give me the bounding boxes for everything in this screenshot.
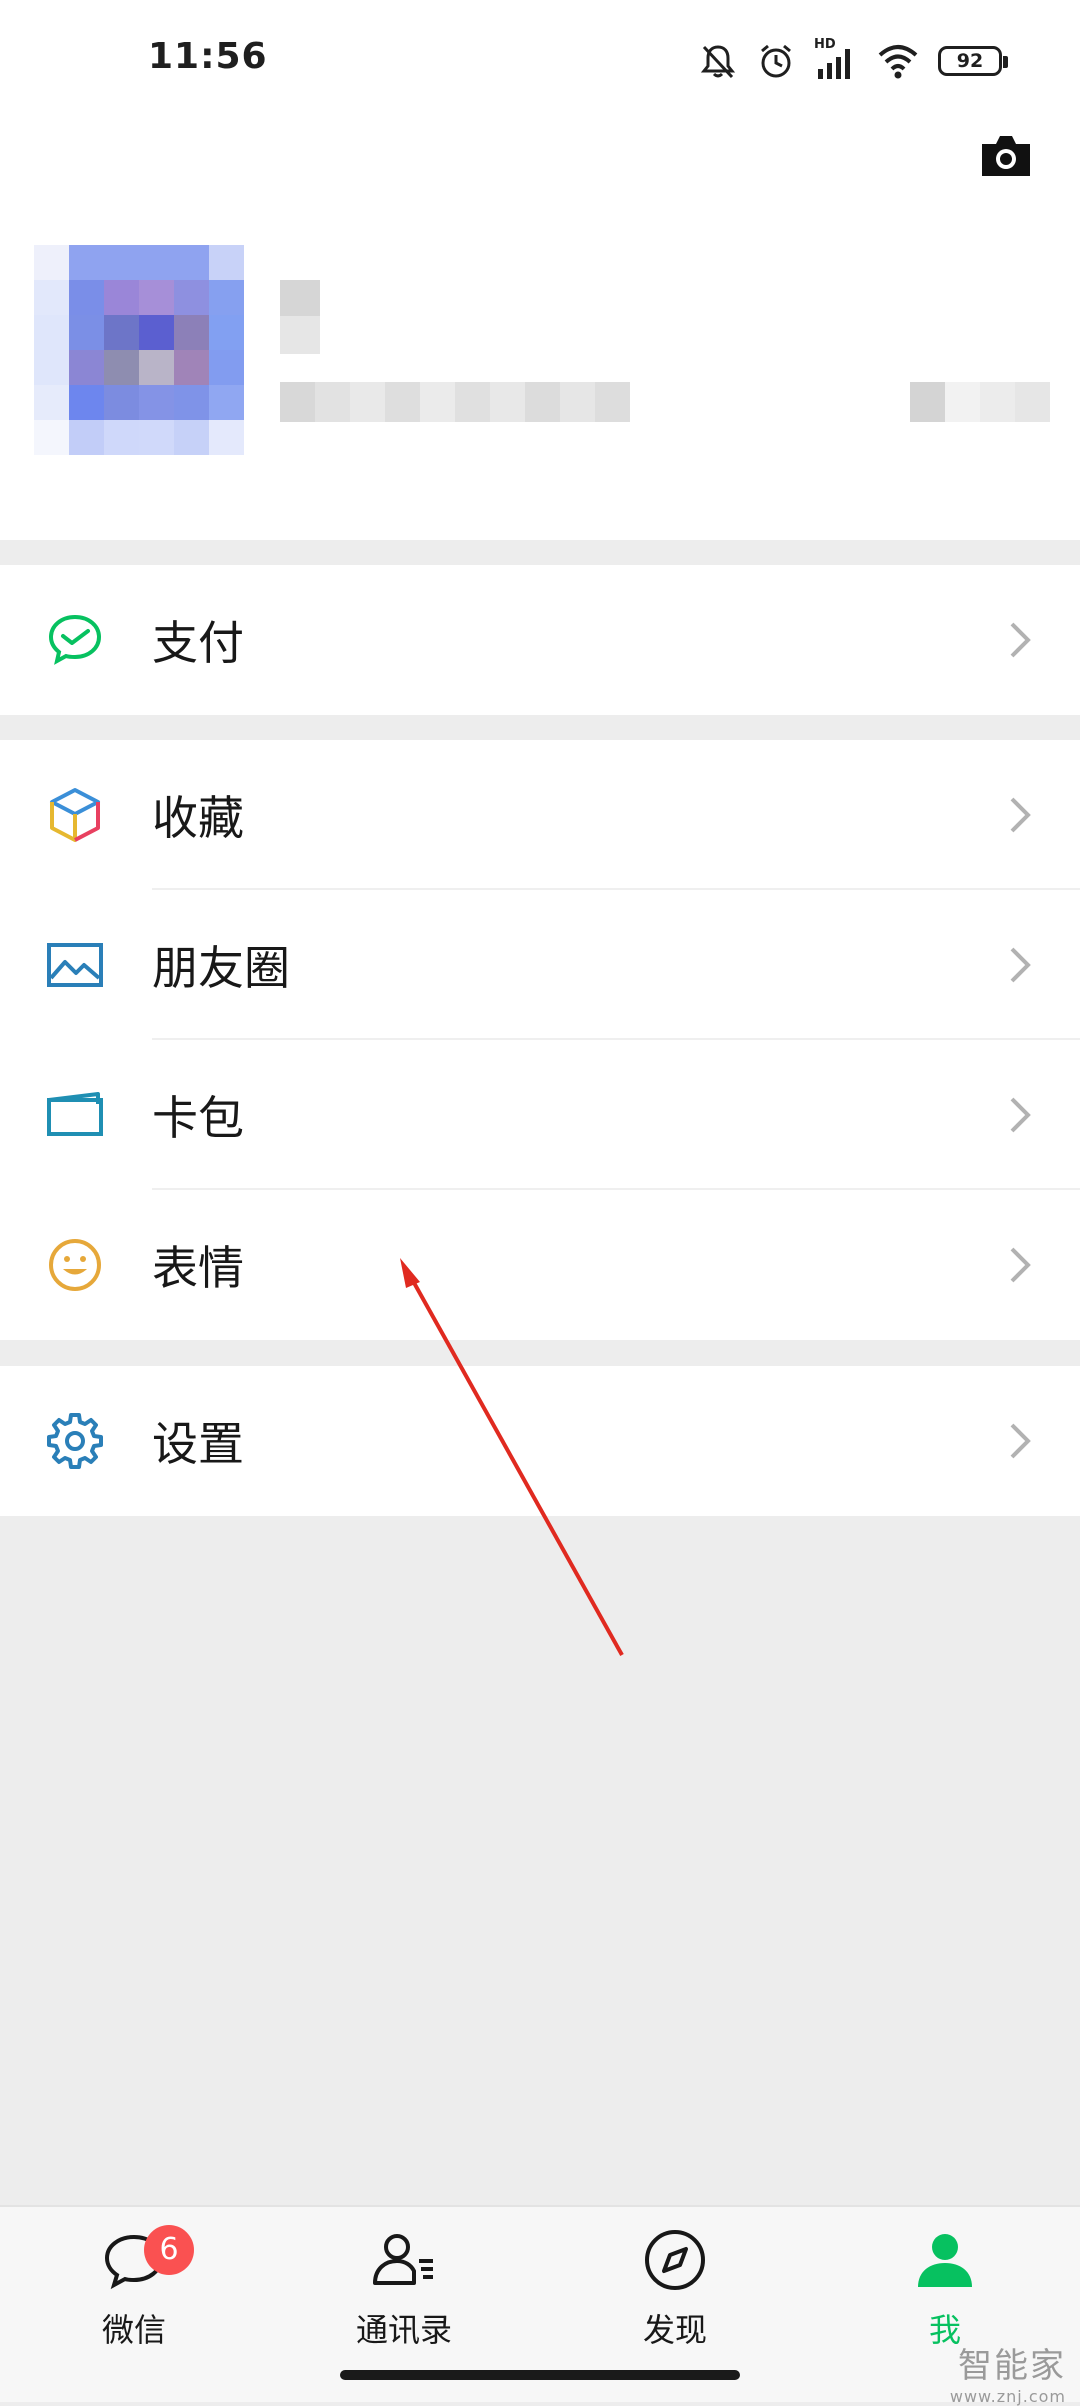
signal-group: HD	[814, 37, 858, 81]
menu-item-stickers[interactable]: 表情	[0, 1190, 1080, 1340]
menu-item-cards-label: 卡包	[152, 1091, 244, 1145]
home-indicator[interactable]	[340, 2370, 740, 2380]
card-wallet-icon	[47, 1092, 103, 1136]
favorites-cube-icon	[50, 788, 100, 842]
menu-item-moments[interactable]: 朋友圈	[0, 890, 1080, 1040]
smiley-icon	[49, 1239, 101, 1291]
menu-item-favorites-label: 收藏	[152, 791, 244, 845]
compass-icon	[645, 2230, 705, 2290]
person-icon	[918, 2234, 972, 2287]
chevron-right-icon	[1010, 797, 1031, 833]
alarm-icon	[761, 44, 791, 78]
watermark-sub: www.znj.com	[949, 2387, 1066, 2406]
signal-icon	[818, 49, 850, 79]
menu-group-pay: 支付	[0, 565, 1080, 715]
tab-chats-label: 微信	[101, 2311, 166, 2349]
tab-discover[interactable]: 发现	[595, 2225, 755, 2365]
unread-badge: 6	[144, 2225, 194, 2275]
chevron-right-icon	[1010, 1097, 1031, 1133]
menu-item-stickers-label: 表情	[152, 1241, 244, 1295]
chevron-right-icon	[1010, 1247, 1031, 1283]
menu-item-cards[interactable]: 卡包	[0, 1040, 1080, 1190]
menu-group-settings: 设置	[0, 1366, 1080, 1516]
menu-item-settings-label: 设置	[152, 1417, 244, 1471]
status-time: 11:56	[148, 36, 268, 77]
watermark: 智能家 www.znj.com	[950, 2338, 1066, 2406]
tab-discover-label: 发现	[642, 2311, 707, 2349]
menu-item-settings[interactable]: 设置	[0, 1366, 1080, 1516]
qr-code-blurred[interactable]	[910, 382, 1050, 422]
chevron-right-icon	[1010, 947, 1031, 983]
gear-icon	[47, 1413, 103, 1469]
menu-item-favorites[interactable]: 收藏	[0, 740, 1080, 890]
moments-photo-icon	[47, 943, 103, 987]
menu-item-pay-label: 支付	[152, 616, 244, 670]
status-bar: 11:56 HD 92	[0, 0, 1080, 110]
tab-contacts[interactable]: 通讯录	[324, 2225, 484, 2365]
camera-icon[interactable]	[978, 130, 1034, 180]
chevron-right-icon	[1010, 1423, 1031, 1459]
menu-item-pay[interactable]: 支付	[0, 565, 1080, 715]
avatar[interactable]	[34, 245, 244, 455]
wechat-pay-icon	[48, 614, 102, 665]
chevron-right-icon	[1010, 622, 1031, 658]
wifi-icon	[878, 45, 918, 79]
battery-icon: 92	[938, 46, 1008, 76]
avatar-image	[34, 245, 244, 455]
profile-header[interactable]	[0, 110, 1080, 540]
nickname-blurred	[280, 280, 320, 354]
menu-item-moments-label: 朋友圈	[152, 941, 290, 995]
wechat-id-blurred	[280, 382, 630, 422]
watermark-main: 智能家	[958, 2346, 1066, 2386]
contacts-icon	[373, 2234, 433, 2285]
tab-chats[interactable]: 6 微信	[54, 2225, 214, 2365]
menu-group-main: 收藏 朋友圈 卡包 表情	[0, 740, 1080, 1340]
status-icons: HD 92	[698, 36, 1008, 86]
mute-bell-icon	[700, 45, 736, 79]
tab-contacts-label: 通讯录	[355, 2311, 452, 2349]
